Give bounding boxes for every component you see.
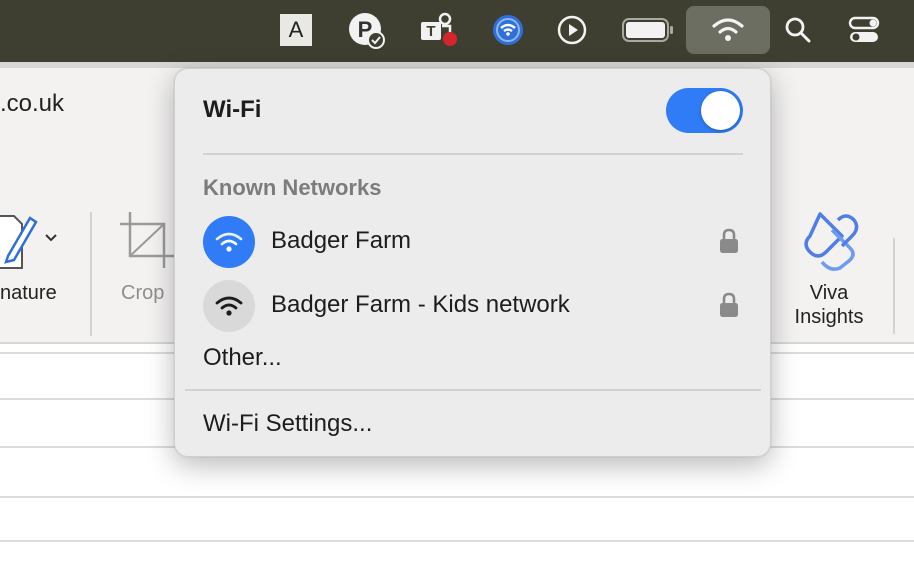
wifi-toggle[interactable]	[666, 88, 743, 133]
viva-insights-icon[interactable]	[798, 208, 862, 272]
wifi-icon	[203, 280, 255, 332]
viva-insights-label-line2[interactable]: Insights	[784, 306, 874, 329]
signature-dropdown-icon[interactable]	[44, 230, 58, 248]
password-app-icon[interactable]: P	[346, 11, 386, 49]
email-domain-text: .co.uk	[0, 90, 65, 117]
other-networks-item[interactable]: Other...	[203, 344, 282, 372]
crop-icon[interactable]	[118, 210, 174, 268]
viva-insights-label-line1[interactable]: Viva	[790, 282, 868, 305]
menu-bar: A P T	[0, 0, 914, 62]
ribbon-divider	[90, 212, 92, 336]
wifi-settings-item[interactable]: Wi-Fi Settings...	[203, 410, 372, 438]
signature-icon[interactable]	[0, 208, 40, 270]
lock-icon	[719, 292, 739, 323]
wifi-icon[interactable]	[710, 11, 746, 49]
vpn-icon[interactable]	[490, 11, 526, 49]
known-networks-heading: Known Networks	[203, 175, 382, 200]
signature-label[interactable]: nature	[0, 282, 57, 305]
menu-separator	[185, 389, 761, 391]
network-name: Badger Farm	[271, 227, 412, 254]
network-name: Badger Farm - Kids network	[271, 291, 570, 318]
wifi-connected-icon	[203, 216, 255, 268]
wifi-menu-panel: Wi-Fi Known Networks Badger Farm Badger …	[174, 68, 771, 457]
battery-icon[interactable]	[621, 11, 675, 49]
list-divider	[0, 540, 914, 542]
menu-separator	[203, 153, 743, 155]
ribbon-divider	[893, 238, 895, 334]
crop-label[interactable]: Crop	[121, 282, 164, 305]
network-row-badger-farm-kids[interactable]: Badger Farm - Kids network	[185, 277, 760, 335]
list-divider	[0, 496, 914, 498]
svg-text:T: T	[426, 23, 435, 40]
play-icon[interactable]	[555, 11, 589, 49]
spotlight-search-icon[interactable]	[783, 11, 813, 49]
input-source-letter: A	[280, 14, 312, 46]
lock-icon	[719, 228, 739, 259]
network-row-badger-farm[interactable]: Badger Farm	[185, 213, 760, 271]
wifi-menu-title: Wi-Fi	[203, 96, 262, 123]
teams-icon[interactable]: T	[418, 11, 460, 49]
input-source-icon[interactable]: A	[279, 11, 313, 49]
wifi-toggle-knob	[701, 91, 740, 130]
control-center-icon[interactable]	[847, 11, 881, 49]
